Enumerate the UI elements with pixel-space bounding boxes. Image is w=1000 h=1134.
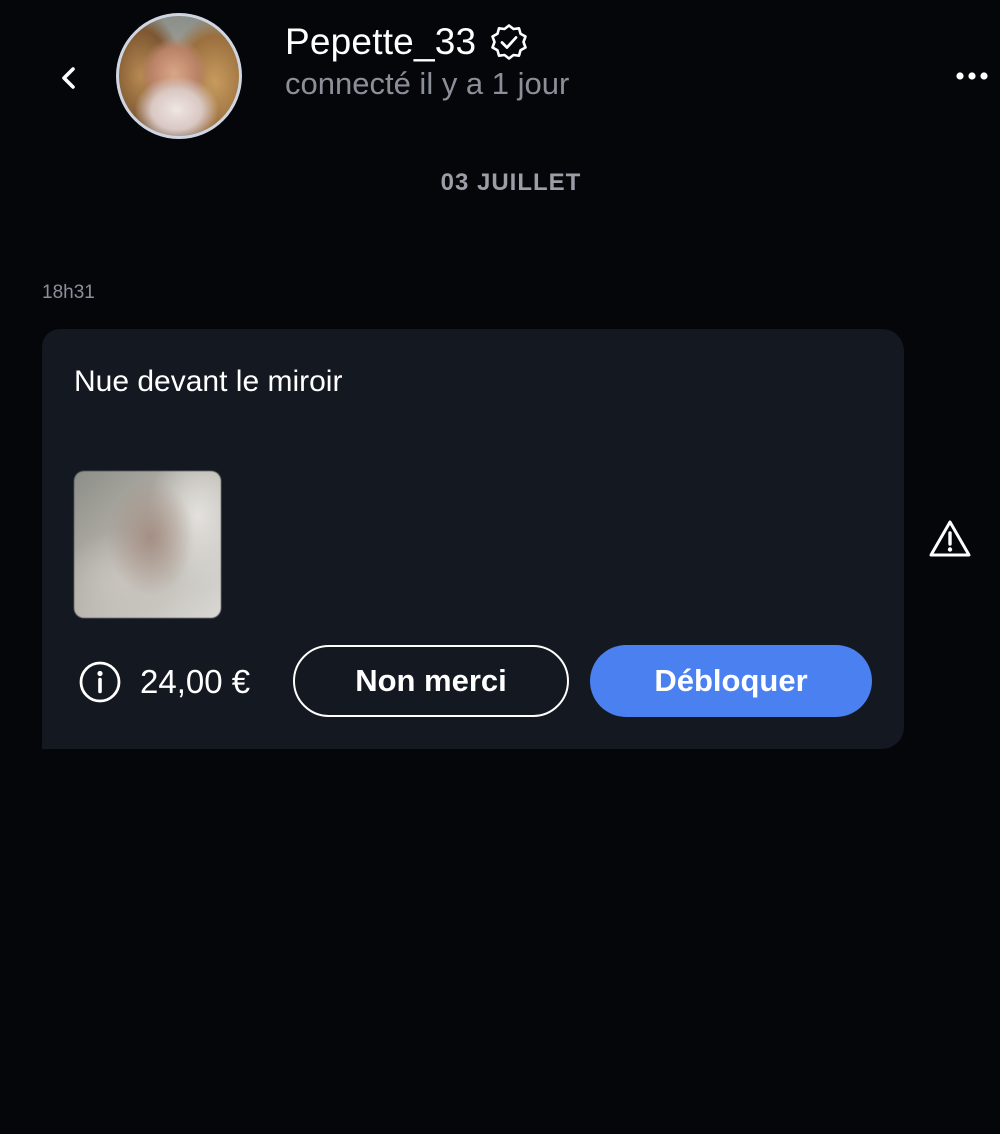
blurred-media-thumbnail[interactable] [74, 471, 221, 618]
more-options-button[interactable] [946, 56, 998, 96]
paid-media-message: Nue devant le miroir 24,00 € Non merci D… [42, 329, 904, 749]
message-timestamp: 18h31 [42, 282, 95, 303]
message-title: Nue devant le miroir [74, 365, 343, 398]
username-row: Pepette_33 [285, 18, 530, 66]
report-button[interactable] [926, 516, 974, 562]
chat-header: Pepette_33 connecté il y a 1 jour [0, 0, 1000, 160]
online-status: connecté il y a 1 jour [285, 66, 570, 101]
more-horizontal-icon [956, 72, 988, 80]
back-button[interactable] [46, 54, 94, 102]
price-row: 24,00 € [78, 647, 250, 717]
chevron-left-icon [62, 67, 75, 89]
info-icon[interactable] [78, 660, 122, 704]
price-label: 24,00 € [140, 663, 251, 700]
avatar[interactable] [116, 13, 242, 139]
decline-button[interactable]: Non merci [293, 645, 569, 717]
warning-icon [929, 520, 971, 557]
username[interactable]: Pepette_33 [285, 21, 476, 63]
unlock-button[interactable]: Débloquer [590, 645, 872, 717]
date-separator-label: 03 JUILLET [440, 169, 582, 196]
verified-badge-icon [488, 21, 530, 63]
date-separator: 03 JUILLET [0, 169, 1000, 199]
